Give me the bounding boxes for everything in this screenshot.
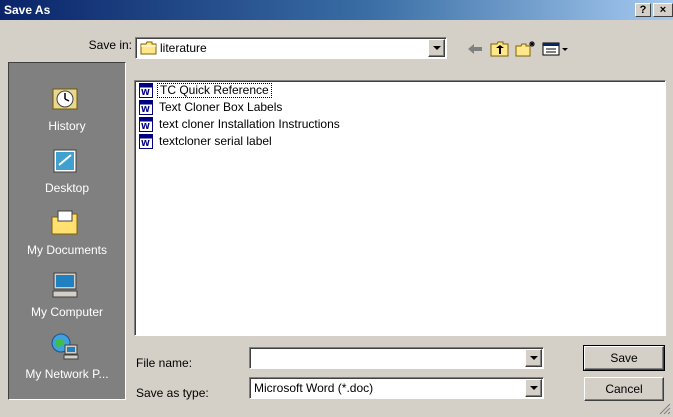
places-bar: History Desktop My Documents My Computer bbox=[8, 62, 126, 400]
place-label: My Documents bbox=[26, 243, 108, 257]
save-in-dropdown-arrow[interactable] bbox=[428, 39, 445, 57]
my-network-places-icon bbox=[51, 333, 79, 360]
file-name: Text Cloner Box Labels bbox=[159, 100, 283, 114]
save-in-dropdown[interactable]: literature bbox=[135, 37, 447, 59]
file-name-label: File name: bbox=[136, 356, 193, 370]
save-in-label: Save in: bbox=[88, 38, 132, 52]
place-my-documents[interactable]: My Documents bbox=[9, 205, 125, 267]
back-arrow-icon bbox=[468, 44, 482, 54]
place-my-network-places[interactable]: My Network P... bbox=[9, 329, 125, 391]
close-button[interactable]: × bbox=[653, 3, 673, 17]
save-in-value: literature bbox=[160, 41, 207, 55]
up-folder-icon bbox=[490, 41, 509, 57]
place-history[interactable]: History bbox=[9, 81, 125, 143]
up-one-level-button[interactable] bbox=[490, 38, 512, 60]
save-button[interactable]: Save bbox=[583, 345, 665, 371]
new-folder-icon bbox=[515, 41, 535, 57]
help-button[interactable]: ? bbox=[635, 3, 651, 17]
file-name: textcloner serial label bbox=[159, 134, 272, 148]
folder-icon bbox=[140, 41, 157, 55]
save-as-type-dropdown[interactable]: Microsoft Word (*.doc) bbox=[249, 377, 544, 399]
chevron-down-icon bbox=[529, 356, 538, 360]
file-name-input[interactable] bbox=[249, 347, 544, 369]
place-my-computer[interactable]: My Computer bbox=[9, 267, 125, 329]
resize-grip-icon[interactable] bbox=[658, 402, 671, 415]
word-document-icon: W bbox=[139, 134, 153, 149]
place-label: My Computer bbox=[30, 305, 104, 319]
svg-text:W: W bbox=[141, 139, 150, 148]
views-menu-button[interactable] bbox=[542, 38, 572, 60]
file-list[interactable]: W TC Quick Reference W Text Cloner Box L… bbox=[134, 80, 666, 336]
save-as-type-dropdown-arrow[interactable] bbox=[525, 379, 542, 397]
place-label: My Network P... bbox=[25, 367, 109, 381]
word-document-icon: W bbox=[139, 83, 153, 98]
chevron-down-icon bbox=[529, 386, 538, 390]
place-label: History bbox=[48, 119, 86, 133]
create-new-folder-button[interactable] bbox=[515, 38, 537, 60]
title-bar[interactable]: Save As ? × bbox=[0, 0, 673, 20]
file-name: text cloner Installation Instructions bbox=[159, 117, 340, 131]
desktop-icon bbox=[53, 149, 77, 173]
views-icon bbox=[542, 42, 568, 56]
file-name: TC Quick Reference bbox=[157, 83, 272, 98]
save-as-type-value: Microsoft Word (*.doc) bbox=[254, 381, 374, 395]
svg-text:W: W bbox=[141, 105, 150, 114]
my-computer-icon bbox=[52, 272, 78, 298]
svg-text:W: W bbox=[141, 122, 150, 131]
place-desktop[interactable]: Desktop bbox=[9, 143, 125, 205]
back-button[interactable] bbox=[466, 38, 488, 60]
chevron-down-icon bbox=[432, 46, 441, 50]
cancel-button[interactable]: Cancel bbox=[584, 377, 664, 401]
word-document-icon: W bbox=[139, 117, 153, 132]
save-as-type-label: Save as type: bbox=[136, 386, 209, 400]
history-icon bbox=[52, 88, 78, 110]
file-name-dropdown-arrow[interactable] bbox=[525, 349, 542, 367]
my-documents-icon bbox=[51, 210, 78, 235]
window-title: Save As bbox=[4, 3, 51, 17]
svg-text:W: W bbox=[141, 88, 150, 97]
place-label: Desktop bbox=[44, 181, 90, 195]
word-document-icon: W bbox=[139, 100, 153, 115]
